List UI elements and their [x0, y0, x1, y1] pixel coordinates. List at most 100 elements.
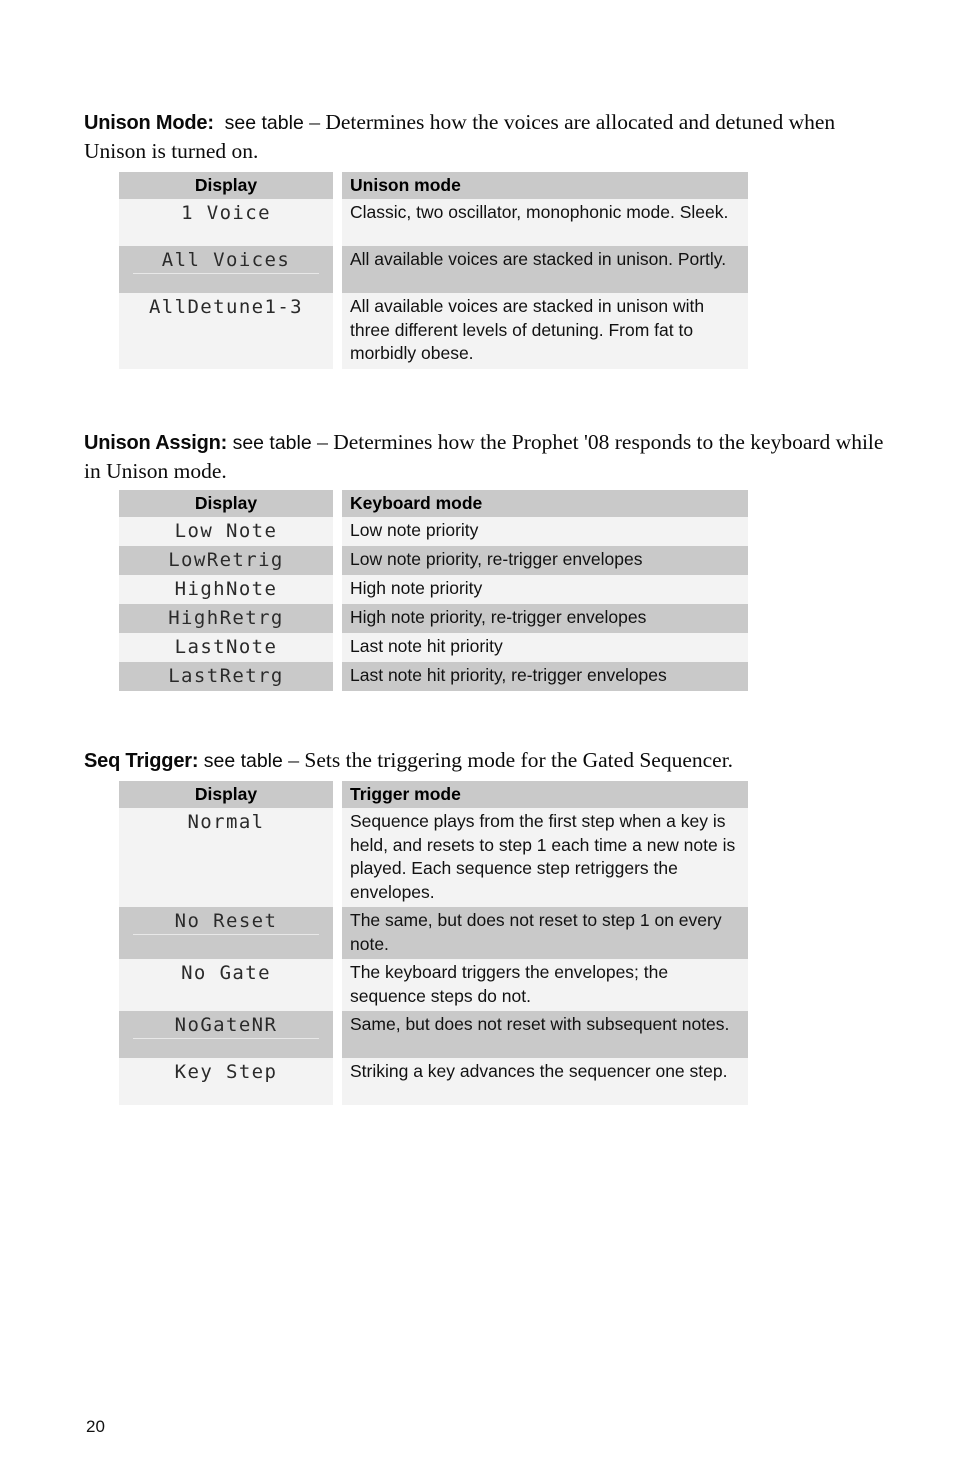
display-value-cell: LowRetrig [119, 546, 333, 575]
table-row: LastNote Last note hit priority [119, 633, 748, 662]
description-cell: The same, but does not reset to step 1 o… [342, 907, 748, 959]
description-cell: High note priority [342, 575, 748, 604]
lcd-display-text: 1 Voice [181, 201, 271, 225]
lcd-display-text: LowRetrig [168, 548, 284, 572]
table-seq-trigger: Display Trigger mode Normal Sequence pla… [119, 781, 748, 1105]
parameter-label-unison-mode: Unison Mode: [84, 111, 214, 134]
column-gap [333, 293, 342, 369]
lcd-display-text: No Gate [181, 961, 271, 985]
column-gap [333, 959, 342, 1011]
page-number: 20 [86, 1417, 105, 1436]
display-value-cell: LastNote [119, 633, 333, 662]
table-row: AllDetune1-3 All available voices are st… [119, 293, 748, 369]
display-value-cell: Normal [119, 808, 333, 907]
display-value-cell: HighNote [119, 575, 333, 604]
column-gap [333, 633, 342, 662]
column-gap [333, 246, 342, 293]
table-row: All Voices All available voices are stac… [119, 246, 748, 293]
description-cell: Last note hit priority, re-trigger envel… [342, 662, 748, 691]
display-value-cell: AllDetune1-3 [119, 293, 333, 369]
lcd-scanline [133, 1038, 319, 1039]
table-row: HighNote High note priority [119, 575, 748, 604]
display-value-cell: Key Step [119, 1058, 333, 1105]
column-header-mode: Keyboard mode [342, 490, 748, 517]
lcd-scanline [133, 320, 319, 321]
lcd-display-text: No Reset [174, 909, 278, 933]
display-value-cell: Low Note [119, 517, 333, 546]
column-gap [333, 172, 342, 199]
table-row: NoGateNR Same, but does not reset with s… [119, 1011, 748, 1058]
column-gap [333, 604, 342, 633]
column-gap [333, 490, 342, 517]
table-unison-mode: Display Unison mode 1 Voice Classic, two… [119, 172, 748, 369]
lcd-display-text: AllDetune1-3 [148, 295, 304, 319]
lcd-display-text: All Voices [161, 248, 291, 272]
manual-page: Unison Mode: see table – Determines how … [0, 0, 954, 1475]
lcd-display-text: HighNote [174, 577, 278, 601]
paragraph-unison-assign: Unison Assign: see table – Determines ho… [84, 428, 884, 485]
table-row: Normal Sequence plays from the first ste… [119, 808, 748, 907]
description-cell: All available voices are stacked in unis… [342, 246, 748, 293]
table-row: Key Step Striking a key advances the seq… [119, 1058, 748, 1105]
column-header-display: Display [119, 490, 333, 517]
display-value-cell: No Reset [119, 907, 333, 959]
column-gap [333, 662, 342, 691]
display-value-cell: All Voices [119, 246, 333, 293]
description-cell: Low note priority [342, 517, 748, 546]
table-header-row: Display Unison mode [119, 172, 748, 199]
lcd-scanline [133, 934, 319, 935]
table-unison-assign: Display Keyboard mode Low Note Low note … [119, 490, 748, 691]
display-value-cell: LastRetrg [119, 662, 333, 691]
lcd-scanline [133, 1085, 319, 1086]
display-value-cell: NoGateNR [119, 1011, 333, 1058]
lcd-display-text: NoGateNR [174, 1013, 278, 1037]
lcd-scanline [133, 226, 319, 227]
description-cell: All available voices are stacked in unis… [342, 293, 748, 369]
column-gap [333, 199, 342, 246]
column-gap [333, 575, 342, 604]
display-value-cell: 1 Voice [119, 199, 333, 246]
lcd-display-text: Normal [187, 810, 265, 834]
description-cell: Last note hit priority [342, 633, 748, 662]
column-gap [333, 1011, 342, 1058]
table-row: LowRetrig Low note priority, re-trigger … [119, 546, 748, 575]
column-gap [333, 546, 342, 575]
paragraph-unison-mode: Unison Mode: see table – Determines how … [84, 108, 884, 165]
description-cell: Striking a key advances the sequencer on… [342, 1058, 748, 1105]
lcd-display-text: HighRetrg [168, 606, 284, 630]
lcd-display-text: LastNote [174, 635, 278, 659]
table-header-row: Display Keyboard mode [119, 490, 748, 517]
parameter-label-unison-assign: Unison Assign: [84, 431, 228, 454]
description-cell: The keyboard triggers the envelopes; the… [342, 959, 748, 1011]
column-header-mode: Unison mode [342, 172, 748, 199]
table-row: Low Note Low note priority [119, 517, 748, 546]
description-cell: Classic, two oscillator, monophonic mode… [342, 199, 748, 246]
description-cell: Same, but does not reset with subsequent… [342, 1011, 748, 1058]
column-header-mode: Trigger mode [342, 781, 748, 808]
table-row: HighRetrg High note priority, re-trigger… [119, 604, 748, 633]
table-row: 1 Voice Classic, two oscillator, monopho… [119, 199, 748, 246]
parameter-label-seq-trigger: Seq Trigger: [84, 749, 199, 772]
see-table-text-seq-trigger: see table [203, 749, 283, 772]
lcd-scanline [133, 986, 319, 987]
display-value-cell: No Gate [119, 959, 333, 1011]
display-value-cell: HighRetrg [119, 604, 333, 633]
column-gap [333, 517, 342, 546]
lcd-scanline [133, 835, 319, 836]
description-cell: Low note priority, re-trigger envelopes [342, 546, 748, 575]
paragraph-seq-trigger: Seq Trigger: see table – Sets the trigge… [84, 746, 884, 775]
parameter-description-seq-trigger: – Sets the triggering mode for the Gated… [288, 747, 734, 772]
table-row: LastRetrg Last note hit priority, re-tri… [119, 662, 748, 691]
column-gap [333, 1058, 342, 1105]
column-gap [333, 781, 342, 808]
column-gap [333, 907, 342, 959]
column-header-display: Display [119, 781, 333, 808]
lcd-display-text: Key Step [174, 1060, 278, 1084]
lcd-display-text: LastRetrg [168, 664, 284, 688]
table-row: No Gate The keyboard triggers the envelo… [119, 959, 748, 1011]
see-table-text-unison-assign: see table [232, 431, 312, 454]
lcd-display-text: Low Note [174, 519, 278, 543]
see-table-text-unison-mode: see table [224, 111, 304, 134]
description-cell: High note priority, re-trigger envelopes [342, 604, 748, 633]
column-header-display: Display [119, 172, 333, 199]
